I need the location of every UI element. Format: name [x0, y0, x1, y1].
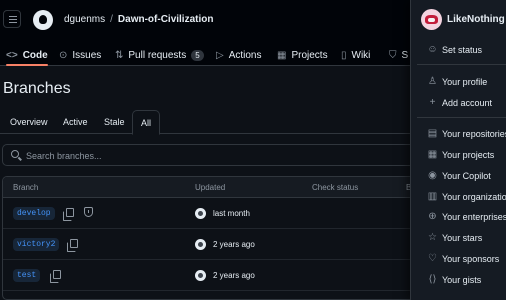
branch-name-link[interactable]: victory2 — [13, 238, 60, 251]
heart-icon: ♡ — [428, 253, 437, 264]
repo-icon: ▤ — [427, 128, 438, 139]
menu-item-your-repositories[interactable]: ▤ Your repositories — [411, 124, 506, 145]
column-updated: Updated — [195, 183, 226, 192]
search-placeholder: Search branches... — [26, 151, 102, 161]
branch-name-link[interactable]: develop — [13, 207, 55, 220]
tab-overview[interactable]: Overview — [10, 117, 48, 127]
menu-icon[interactable] — [3, 10, 21, 28]
branch-name-link[interactable]: test — [13, 269, 41, 282]
tab-pull-requests[interactable]: ⇅ Pull requests 5 — [115, 45, 204, 65]
actions-icon: ▷ — [216, 49, 224, 61]
github-logo-icon[interactable] — [33, 10, 53, 30]
menu-item-your-profile[interactable]: ♙ Your profile — [411, 72, 506, 93]
tab-pull-requests-label: Pull requests — [128, 49, 187, 61]
security-icon: ⛉ — [389, 49, 397, 61]
table-row: develop last month — [3, 198, 441, 229]
code-square-icon: ⟨⟩ — [428, 274, 437, 285]
menu-item-label: Your projects — [442, 150, 495, 160]
menu-item-label: Your Copilot — [442, 171, 491, 181]
tab-security-label: S — [401, 49, 409, 61]
tab-projects[interactable]: ▦ Projects — [277, 45, 328, 65]
avatar[interactable] — [195, 239, 206, 250]
avatar[interactable] — [195, 208, 206, 219]
pull-request-count-badge: 5 — [191, 49, 204, 61]
updated-time: 2 years ago — [213, 240, 255, 249]
code-icon: <> — [6, 49, 18, 61]
menu-item-label: Add account — [442, 98, 493, 108]
shield-icon[interactable] — [84, 207, 93, 217]
person-add-icon: + — [429, 97, 436, 108]
tab-active[interactable]: Active — [63, 117, 88, 127]
copy-icon[interactable] — [50, 270, 61, 283]
set-status-label: Set status — [442, 45, 483, 55]
menu-item-label: Your stars — [442, 233, 483, 243]
menu-item-label: Your gists — [442, 275, 482, 285]
menu-item-label: Your sponsors — [442, 254, 500, 264]
menu-item-label: Your enterprises — [442, 212, 506, 222]
username: LikeNothing — [447, 14, 505, 25]
updated-time: last month — [213, 209, 250, 218]
menu-item-your-sponsors[interactable]: ♡ Your sponsors — [411, 249, 506, 270]
tab-stale[interactable]: Stale — [104, 117, 125, 127]
repo-name-link[interactable]: Dawn-of-Civilization — [118, 14, 214, 25]
tab-actions[interactable]: ▷ Actions — [216, 45, 262, 65]
menu-item-add-account[interactable]: + Add account — [411, 93, 506, 114]
tab-code[interactable]: <> Code — [6, 45, 48, 66]
search-input[interactable]: Search branches... — [2, 144, 422, 166]
menu-item-label: Your organizations — [442, 192, 506, 202]
smiley-icon: ☺ — [427, 44, 438, 55]
tab-security[interactable]: ⛉ S — [389, 45, 408, 65]
table-header: Branch Updated Check status B — [3, 177, 441, 198]
menu-item-your-copilot[interactable]: ◉ Your Copilot — [411, 166, 506, 187]
tab-wiki[interactable]: ▯ Wiki — [341, 45, 370, 65]
column-check-status: Check status — [312, 183, 359, 192]
projects-icon: ▦ — [277, 49, 287, 61]
menu-item-label: Your profile — [442, 77, 488, 87]
breadcrumb-separator: / — [110, 14, 113, 25]
page-title: Branches — [3, 80, 71, 97]
menu-item-your-gists[interactable]: ⟨⟩ Your gists — [411, 270, 506, 291]
avatar[interactable] — [195, 270, 206, 281]
menu-item-your-enterprises[interactable]: ⊕ Your enterprises — [411, 207, 506, 228]
copilot-icon: ◉ — [428, 170, 437, 181]
menu-item-your-projects[interactable]: ▦ Your projects — [411, 145, 506, 166]
branches-table: Branch Updated Check status B develop la… — [2, 176, 442, 300]
search-icon — [11, 150, 19, 158]
copy-icon[interactable] — [63, 208, 74, 221]
table-icon: ▦ — [427, 149, 438, 160]
menu-item-label: Your repositories — [442, 129, 506, 139]
table-row: test 2 years ago — [3, 260, 441, 291]
menu-item-your-organizations[interactable]: ▥ Your organizations — [411, 187, 506, 208]
copy-icon[interactable] — [67, 239, 78, 252]
person-icon: ♙ — [428, 76, 437, 87]
breadcrumb: dguenms / Dawn-of-Civilization — [64, 14, 213, 25]
user-menu: LikeNothing ☺ Set status ♙ Your profile … — [410, 0, 506, 300]
pull-request-icon: ⇅ — [115, 49, 124, 61]
organization-icon: ▥ — [427, 191, 438, 202]
avatar — [421, 9, 442, 30]
globe-icon: ⊕ — [428, 211, 437, 222]
menu-divider — [417, 64, 506, 65]
tab-issues[interactable]: ⊙ Issues — [59, 45, 101, 65]
wiki-icon: ▯ — [341, 49, 347, 61]
set-status-item[interactable]: ☺ Set status — [411, 40, 506, 61]
column-branch: Branch — [13, 183, 39, 192]
tab-all[interactable]: All — [132, 110, 161, 135]
repo-owner-link[interactable]: dguenms — [64, 14, 105, 25]
updated-time: 2 years ago — [213, 271, 255, 280]
table-row: victory2 2 years ago — [3, 229, 441, 260]
menu-item-your-stars[interactable]: ☆ Your stars — [411, 228, 506, 249]
star-icon: ☆ — [428, 232, 437, 243]
tab-wiki-label: Wiki — [351, 49, 371, 61]
user-menu-header: LikeNothing — [411, 0, 506, 40]
tab-code-label: Code — [22, 49, 48, 61]
menu-divider — [417, 117, 506, 118]
tab-actions-label: Actions — [228, 49, 262, 61]
tab-issues-label: Issues — [72, 49, 102, 61]
tab-projects-label: Projects — [291, 49, 328, 61]
issue-icon: ⊙ — [59, 49, 68, 61]
